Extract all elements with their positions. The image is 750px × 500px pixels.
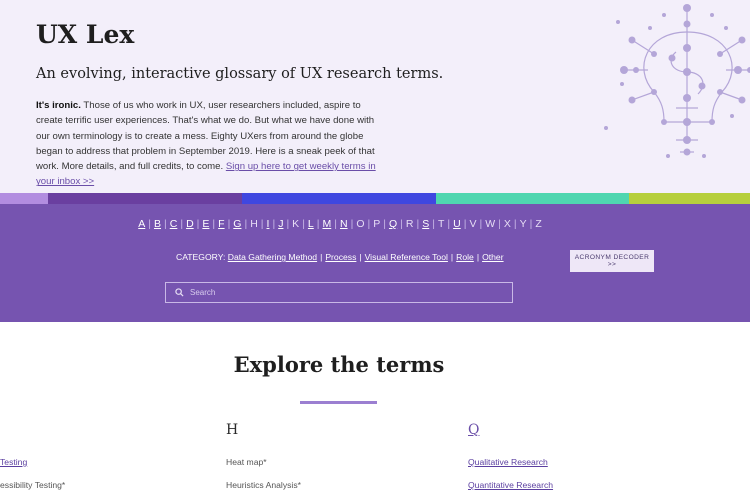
separator: | (286, 218, 290, 230)
separator: | (432, 218, 435, 230)
alphabet-letter-d[interactable]: D (186, 218, 194, 230)
alphabet-letter-o: O (356, 218, 365, 230)
separator: | (513, 218, 517, 230)
lightbulb-network-icon (604, 4, 750, 158)
separator: | (148, 218, 151, 230)
term-item[interactable]: essibility Testing* (0, 480, 65, 490)
category-role[interactable]: Role (456, 252, 474, 262)
category-data-gathering-method[interactable]: Data Gathering Method (228, 252, 317, 262)
alphabet-letter-y: Y (519, 218, 527, 230)
separator: | (359, 252, 362, 262)
term-item: Heuristics Analysis* (226, 480, 301, 490)
category-filter: CATEGORY: Data Gathering Method | Process |… (176, 252, 504, 262)
column-heading-h: H (226, 422, 239, 438)
separator: | (272, 218, 276, 230)
alphabet-letter-q[interactable]: Q (389, 218, 397, 230)
search-input[interactable] (190, 288, 490, 297)
separator: | (450, 252, 454, 262)
category-other[interactable]: Other (482, 252, 504, 262)
alphabet-letter-e[interactable]: E (202, 218, 209, 230)
alphabet-letter-k: K (292, 218, 300, 230)
alphabet-letter-u[interactable]: U (453, 218, 461, 230)
intro-bold: It's ironic. (36, 100, 81, 111)
separator: | (529, 218, 533, 230)
separator: | (416, 218, 420, 230)
stripe (48, 193, 242, 204)
alphabet-letter-w: W (485, 218, 496, 230)
separator: | (196, 218, 200, 230)
separator: | (316, 218, 320, 230)
separator: | (212, 218, 216, 230)
search-icon (175, 288, 184, 297)
term-item: Heat map* (226, 457, 267, 467)
category-process[interactable]: Process (325, 252, 356, 262)
separator: | (498, 218, 501, 230)
separator: | (260, 218, 264, 230)
heading-underline (300, 401, 377, 404)
site-title: UX Lex (36, 20, 135, 49)
alphabet-index: A | B | C | D | E | F | G | H | I | J | K | L | M | N | O | P | Q | R | S | T |… (0, 218, 680, 230)
separator: | (476, 252, 480, 262)
alphabet-letter-v: V (469, 218, 477, 230)
glossary-navigation: A | B | C | D | E | F | G | H | I | J | K | L | M | N | O | P | Q | R | S | T |… (0, 204, 750, 322)
alphabet-letter-a[interactable]: A (138, 218, 145, 230)
separator: | (244, 218, 248, 230)
separator: | (367, 218, 371, 230)
search-box (165, 282, 513, 303)
category-label: CATEGORY: (176, 252, 226, 262)
term-link[interactable]: Quantitative Research (468, 480, 553, 490)
alphabet-letter-n[interactable]: N (340, 218, 348, 230)
stripe (0, 193, 48, 204)
column-heading-q[interactable]: Q (468, 422, 479, 438)
separator: | (180, 218, 184, 230)
alphabet-letter-b[interactable]: B (154, 218, 161, 230)
intro-paragraph: It's ironic. Those of us who work in UX,… (36, 98, 388, 190)
separator: | (164, 218, 167, 230)
stripe (242, 193, 436, 204)
term-link[interactable]: Testing (0, 457, 27, 467)
separator: | (400, 218, 403, 230)
separator: | (447, 218, 451, 230)
color-stripes (0, 193, 750, 204)
separator: | (334, 218, 337, 230)
alphabet-letter-g[interactable]: G (233, 218, 241, 230)
alphabet-letter-r: R (405, 218, 414, 230)
term-link[interactable]: Qualitative Research (468, 457, 548, 467)
separator: | (383, 218, 386, 230)
alphabet-letter-m[interactable]: M (323, 218, 332, 230)
separator: | (350, 218, 354, 230)
separator: | (227, 218, 231, 230)
stripe (629, 193, 750, 204)
stripe (436, 193, 629, 204)
acronym-decoder-button[interactable]: ACRONYM DECODER >> (570, 250, 654, 272)
category-visual-reference-tool[interactable]: Visual Reference Tool (365, 252, 448, 262)
alphabet-letter-c[interactable]: C (170, 218, 178, 230)
separator: | (302, 218, 305, 230)
alphabet-letter-p: P (373, 218, 381, 230)
separator: | (463, 218, 467, 230)
alphabet-letter-z: Z (535, 218, 542, 230)
alphabet-letter-s[interactable]: S (422, 218, 429, 230)
tagline: An evolving, interactive glossary of UX … (36, 66, 444, 82)
hero-section: UX Lex An evolving, interactive glossary… (0, 0, 750, 193)
alphabet-letter-x: X (503, 218, 511, 230)
separator: | (479, 218, 483, 230)
alphabet-letter-h: H (250, 218, 258, 230)
explore-heading: Explore the terms (233, 352, 445, 377)
